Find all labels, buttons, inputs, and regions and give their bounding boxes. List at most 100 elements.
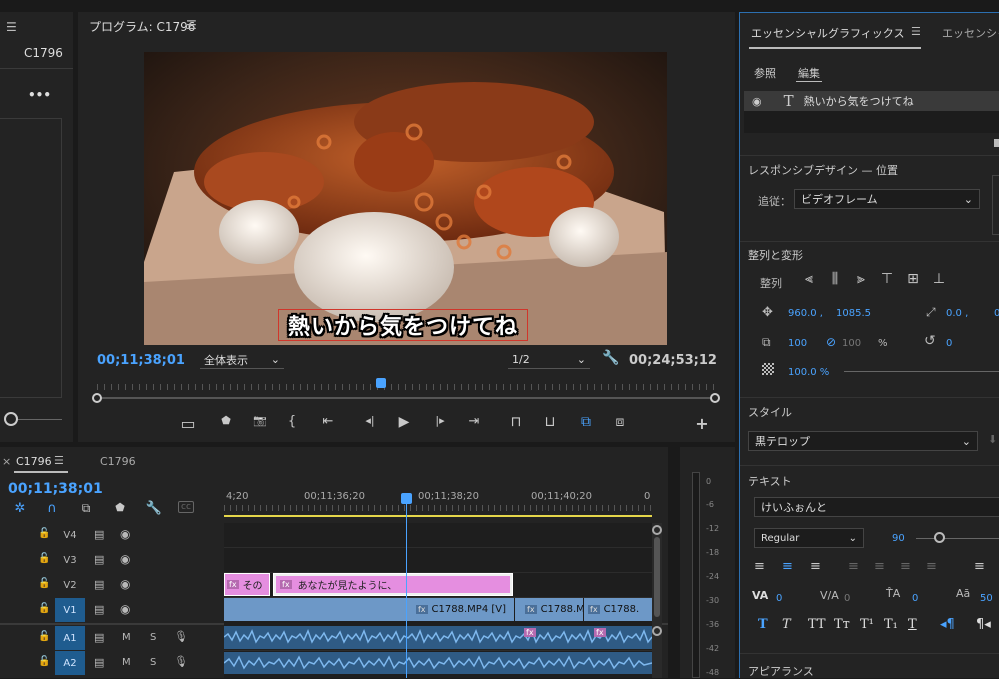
faux-bold-icon[interactable]: T [758, 617, 768, 632]
zoom-slider-track[interactable] [18, 419, 62, 420]
filmstrip-icon[interactable]: ▤ [94, 603, 104, 616]
superscript-icon[interactable]: T¹ [860, 617, 874, 632]
baseline-value[interactable]: 50 [980, 593, 993, 604]
timeline-current-timecode[interactable]: 00;11;38;01 [8, 481, 103, 497]
filmstrip-icon[interactable]: ▤ [94, 578, 104, 591]
anchor-y[interactable]: 0 [994, 308, 999, 319]
essential-sound-tab[interactable]: エッセンシャ [942, 25, 999, 41]
timeline-tab-close[interactable]: × [2, 455, 11, 468]
filmstrip-icon[interactable]: ▤ [94, 553, 104, 566]
justify-all-icon[interactable]: ≡ [926, 559, 937, 574]
align-center-v-icon[interactable]: ⊞ [904, 271, 922, 287]
filmstrip-icon[interactable]: ▤ [94, 631, 104, 644]
eye-icon[interactable]: ◉ [120, 602, 130, 616]
track-label[interactable]: V3 [55, 548, 85, 572]
microphone-icon[interactable]: 🎙 [174, 630, 188, 643]
track-label[interactable]: A2 [55, 651, 85, 675]
eye-icon[interactable]: ◉ [752, 95, 762, 108]
comparison-icon[interactable]: ⧉ [576, 414, 596, 430]
style-dropdown[interactable]: 黒テロップ ⌄ [748, 431, 978, 451]
scrubber-out-handle[interactable] [710, 393, 720, 403]
captions-icon[interactable]: cc [178, 501, 194, 513]
playhead-marker[interactable] [376, 378, 386, 388]
timeline-vertical-scrollbar[interactable] [652, 523, 662, 678]
mute-button[interactable]: M [122, 657, 131, 668]
lock-icon[interactable]: 🔓 [38, 656, 50, 667]
anchor-x[interactable]: 0.0 , [946, 308, 968, 319]
timeline-tab-menu[interactable]: ☰ [54, 454, 64, 467]
timeline-playhead-handle[interactable] [401, 493, 412, 504]
text-align-right-icon[interactable]: ≡ [810, 559, 821, 574]
eye-icon[interactable]: ◉ [120, 527, 130, 541]
microphone-icon[interactable]: 🎙 [174, 655, 188, 668]
opacity-slider[interactable] [844, 371, 999, 372]
all-caps-icon[interactable]: TT [808, 617, 826, 632]
align-center-h-icon[interactable]: ⫼ [826, 271, 844, 287]
solo-button[interactable]: S [150, 632, 156, 643]
align-bottom-icon[interactable]: ⊥ [930, 271, 948, 287]
track-label[interactable]: A1 [55, 626, 85, 650]
extract-icon[interactable]: ⊔ [540, 414, 560, 430]
program-current-timecode[interactable]: 00;11;38;01 [97, 353, 185, 368]
lock-icon[interactable]: 🔓 [38, 553, 50, 564]
go-to-in-icon[interactable]: ⇤ [318, 414, 338, 429]
scale-h-value[interactable]: 100 [842, 338, 861, 349]
snap-icon[interactable]: ✲ [12, 501, 28, 516]
zoom-dropdown[interactable]: 全体表示 ⌄ [200, 351, 284, 369]
underline-icon[interactable]: T [908, 617, 917, 632]
font-style-dropdown[interactable]: Regular ⌄ [754, 528, 864, 548]
clip-v2-b[interactable]: fx あなたが見たように、 [273, 573, 513, 596]
eye-icon[interactable]: ◉ [120, 552, 130, 566]
zoom-slider-handle[interactable] [4, 412, 18, 426]
step-forward-icon[interactable]: |▸ [430, 414, 450, 427]
align-left-icon[interactable]: ⫷ [800, 271, 818, 287]
track-label[interactable]: V4 [55, 523, 85, 547]
text-direction-icon[interactable]: ≡ [974, 559, 985, 574]
subscript-icon[interactable]: T₁ [884, 617, 898, 632]
scrubber-in-handle[interactable] [92, 393, 102, 403]
lock-icon[interactable]: 🔓 [38, 603, 50, 614]
push-style-icon[interactable]: ⬇ [988, 433, 997, 446]
text-align-center-icon[interactable]: ≡ [782, 559, 793, 574]
add-marker-icon[interactable]: ⬟ [112, 501, 128, 514]
marker-icon[interactable]: ⬟ [216, 414, 236, 427]
solo-button[interactable]: S [150, 657, 156, 668]
timeline-settings-icon[interactable]: 🔧 [146, 501, 162, 516]
linked-selection-icon[interactable]: ⧉ [78, 501, 94, 516]
tracking-value[interactable]: 0 [844, 593, 850, 604]
wrench-icon[interactable]: 🔧 [602, 350, 619, 366]
track-label[interactable]: V1 [55, 598, 85, 622]
lock-icon[interactable]: 🔓 [38, 631, 50, 642]
justify-right-icon[interactable]: ≡ [900, 559, 911, 574]
essential-graphics-tab[interactable]: エッセンシャルグラフィックス [751, 25, 904, 41]
rotation-value[interactable]: 0 [946, 338, 952, 349]
resolution-dropdown[interactable]: 1/2 ⌄ [508, 351, 590, 369]
step-back-icon[interactable]: ◂| [360, 414, 380, 427]
mute-button[interactable]: M [122, 632, 131, 643]
clip-v1-b[interactable]: fx C1788.M [515, 598, 583, 621]
time-ruler[interactable]: 4;20 00;11;36;20 00;11;38;20 00;11;40;20… [224, 487, 652, 517]
timeline-playhead[interactable] [406, 497, 407, 678]
camera-icon[interactable]: 📷 [250, 414, 270, 427]
small-caps-icon[interactable]: Tт [834, 617, 850, 632]
faux-italic-icon[interactable]: T [782, 617, 791, 632]
browse-tab[interactable]: 参照 [754, 65, 776, 81]
justify-center-icon[interactable]: ≡ [874, 559, 885, 574]
track-label[interactable]: V2 [55, 573, 85, 597]
kerning-value[interactable]: 0 [776, 593, 782, 604]
align-top-icon[interactable]: ⊤ [878, 271, 896, 287]
subtitle-box[interactable]: 熱いから気をつけてね [278, 309, 528, 341]
rtl-icon[interactable]: ¶◂ [976, 617, 991, 632]
layer-row[interactable]: ◉ T 熱いから気をつけてね [744, 91, 999, 111]
new-layer-icon[interactable] [994, 139, 999, 147]
filmstrip-icon[interactable]: ▤ [94, 656, 104, 669]
tab-width-icon[interactable]: ◂¶ [940, 617, 955, 632]
font-size-slider-handle[interactable] [934, 532, 945, 543]
multi-camera-icon[interactable]: ⧈ [610, 414, 630, 430]
lock-icon[interactable]: 🔓 [38, 528, 50, 539]
video-frame[interactable]: 熱いから気をつけてね [144, 52, 667, 345]
position-y[interactable]: 1085.5 [836, 308, 871, 319]
source-menu-icon[interactable]: ☰ [6, 20, 17, 34]
play-icon[interactable]: ▶ [394, 414, 414, 430]
more-options-icon[interactable]: ••• [28, 88, 51, 102]
